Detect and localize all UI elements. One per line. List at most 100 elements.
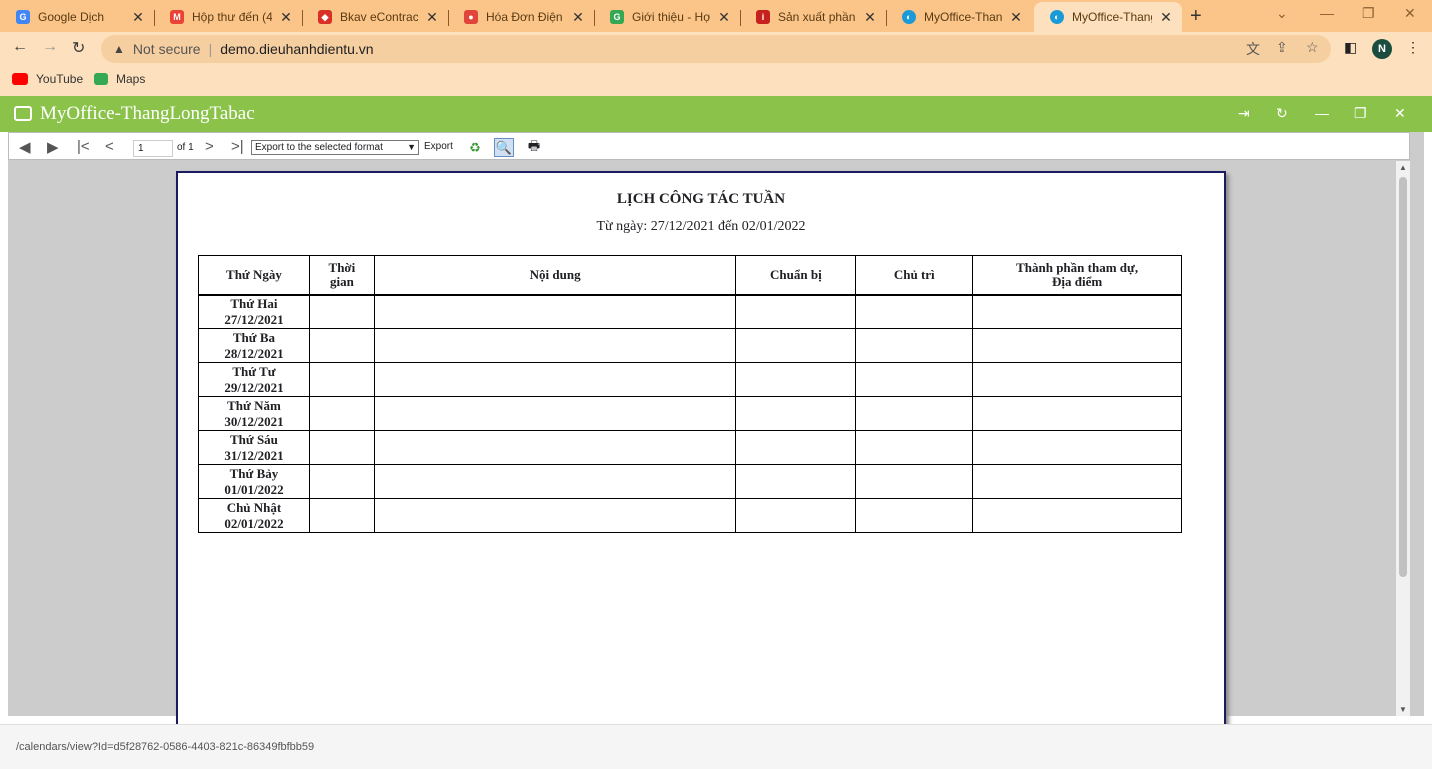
header-day: Thứ Ngày bbox=[198, 255, 310, 296]
table-row: Thứ Bảy 01/01/2022 bbox=[198, 464, 1182, 499]
window-close-icon[interactable]: ✕ bbox=[1404, 5, 1416, 22]
forward-arrow-icon[interactable]: → bbox=[42, 38, 58, 56]
translate-icon[interactable]: 文 bbox=[1246, 39, 1260, 59]
bookmarks-bar: YouTube Maps bbox=[0, 66, 1432, 96]
day-cell: Chủ Nhật 02/01/2022 bbox=[198, 498, 310, 533]
last-page-icon[interactable]: >| bbox=[231, 138, 244, 155]
restore-icon[interactable]: ❐ bbox=[1362, 5, 1375, 22]
export-format-value: Export to the selected format bbox=[255, 142, 383, 153]
day-cell: Thứ Sáu 31/12/2021 bbox=[198, 430, 310, 465]
invoice-icon: ● bbox=[464, 10, 478, 24]
status-url: /calendars/view?Id=d5f28762-0586-4403-82… bbox=[16, 741, 315, 753]
chevron-down-icon: ▼ bbox=[407, 142, 416, 152]
tab-title: MyOffice-ThangL bbox=[924, 10, 1002, 24]
tab-myoffice-1[interactable]: ◐ MyOffice-ThangL ✕ bbox=[886, 2, 1032, 32]
scroll-down-icon[interactable]: ▼ bbox=[1399, 705, 1407, 714]
bookmark-label: YouTube bbox=[36, 72, 84, 86]
report-toolbar: ◀ ▶ |< < 1 of 1 > >| Export to the selec… bbox=[8, 132, 1410, 160]
minimize-icon[interactable]: — bbox=[1320, 5, 1334, 21]
table-header-row: Thứ Ngày Thời gian Nội dung Chuẩn bị Chủ … bbox=[198, 255, 1182, 296]
address-bar[interactable]: ▲ Not secure | demo.dieuhanhdientu.vn bbox=[101, 35, 1331, 63]
scroll-thumb[interactable] bbox=[1399, 177, 1407, 577]
page-number-input[interactable]: 1 bbox=[133, 140, 173, 157]
close-icon[interactable]: ✕ bbox=[1008, 9, 1024, 26]
not-secure-label[interactable]: Not secure bbox=[133, 41, 201, 57]
close-icon[interactable]: ✕ bbox=[862, 9, 878, 26]
tab-title: Giới thiệu - Hợp bbox=[632, 10, 710, 24]
tab-hoa-don[interactable]: ● Hóa Đơn Điện Tử ✕ bbox=[448, 2, 595, 32]
day-cell: Thứ Năm 30/12/2021 bbox=[198, 396, 310, 431]
profile-avatar[interactable]: N bbox=[1372, 39, 1392, 59]
minimize-icon[interactable]: — bbox=[1315, 105, 1329, 121]
back-arrow-icon[interactable]: ← bbox=[12, 38, 28, 56]
day-cell: Thứ Ba 28/12/2021 bbox=[198, 328, 310, 363]
bookmark-label: Maps bbox=[116, 72, 146, 86]
shield-icon: ◆ bbox=[318, 10, 332, 24]
myoffice-icon: ◐ bbox=[1050, 10, 1064, 24]
close-icon[interactable]: ✕ bbox=[424, 9, 440, 26]
report-viewer: ◀ ▶ |< < 1 of 1 > >| Export to the selec… bbox=[8, 132, 1424, 731]
gmail-icon: M bbox=[170, 10, 184, 24]
browser-tab-strip: G Google Dịch ✕ M Hộp thư đến (49) ✕ ◆ B… bbox=[0, 0, 1432, 32]
tab-gioi-thieu[interactable]: G Giới thiệu - Hợp ✕ bbox=[594, 2, 741, 32]
report-title: LỊCH CÔNG TÁC TUẦN bbox=[616, 191, 786, 207]
star-icon[interactable]: ☆ bbox=[1306, 39, 1319, 56]
tab-gmail[interactable]: M Hộp thư đến (49) ✕ bbox=[154, 2, 303, 32]
tab-title: Hóa Đơn Điện Tử bbox=[486, 10, 564, 24]
header-prepare: Chuẩn bị bbox=[735, 255, 857, 296]
reload-icon[interactable]: ↻ bbox=[72, 38, 85, 58]
next-page-icon[interactable]: > bbox=[205, 138, 214, 155]
tab-google-translate[interactable]: G Google Dịch ✕ bbox=[0, 2, 155, 32]
export-format-select[interactable]: Export to the selected format ▼ bbox=[251, 140, 419, 155]
table-row: Thứ Tư 29/12/2021 bbox=[198, 362, 1182, 397]
report-date-range: Từ ngày: 27/12/2021 đến 02/01/2022 bbox=[596, 219, 806, 234]
bookmark-youtube[interactable]: YouTube bbox=[12, 72, 83, 86]
tab-search-icon[interactable]: ⌄ bbox=[1276, 5, 1288, 22]
day-cell: Thứ Hai 27/12/2021 bbox=[198, 294, 310, 329]
url-text[interactable]: demo.dieuhanhdientu.vn bbox=[220, 41, 373, 57]
app-header: MyOffice-ThangLongTabac ⇥ ↻ — ❐ ✕ bbox=[0, 96, 1432, 132]
tab-title: Sản xuất phần m bbox=[778, 10, 856, 24]
table-row: Chủ Nhật 02/01/2022 bbox=[198, 498, 1182, 533]
new-tab-button[interactable]: + bbox=[1190, 5, 1202, 28]
back-circle-icon[interactable]: ◀ bbox=[19, 138, 31, 156]
pin-icon[interactable]: ⇥ bbox=[1238, 105, 1250, 122]
first-page-icon[interactable]: |< bbox=[77, 138, 90, 155]
share-icon[interactable]: ⇪ bbox=[1276, 39, 1288, 56]
g-logo-icon: G bbox=[610, 10, 624, 24]
close-icon[interactable]: ✕ bbox=[1158, 9, 1174, 26]
previous-page-icon[interactable]: < bbox=[105, 138, 114, 155]
table-row: Thứ Sáu 31/12/2021 bbox=[198, 430, 1182, 465]
maximize-icon[interactable]: ❐ bbox=[1354, 105, 1367, 122]
tab-title: Bkav eContract - bbox=[340, 10, 418, 24]
side-panel-icon[interactable]: ◧ bbox=[1344, 39, 1357, 56]
print-icon[interactable]: 🖶 bbox=[524, 138, 544, 157]
info-icon: i bbox=[756, 10, 770, 24]
close-icon[interactable]: ✕ bbox=[130, 9, 146, 26]
close-icon[interactable]: ✕ bbox=[1394, 105, 1406, 122]
tab-bkav-econtract[interactable]: ◆ Bkav eContract - ✕ bbox=[302, 2, 449, 32]
forward-circle-icon[interactable]: ▶ bbox=[47, 138, 59, 156]
menu-kebab-icon[interactable]: ⋮ bbox=[1406, 39, 1420, 56]
header-content: Nội dung bbox=[373, 255, 737, 296]
day-cell: Thứ Tư 29/12/2021 bbox=[198, 362, 310, 397]
table-row: Thứ Hai 27/12/2021 bbox=[198, 294, 1182, 329]
tab-san-xuat[interactable]: i Sản xuất phần m ✕ bbox=[740, 2, 887, 32]
bookmark-maps[interactable]: Maps bbox=[94, 72, 145, 86]
close-icon[interactable]: ✕ bbox=[570, 9, 586, 26]
refresh-icon[interactable]: ↻ bbox=[1276, 105, 1288, 122]
header-time: Thời gian bbox=[308, 255, 375, 296]
warning-icon[interactable]: ▲ bbox=[113, 42, 125, 56]
vertical-scrollbar[interactable]: ▲ ▼ bbox=[1396, 161, 1410, 716]
export-link[interactable]: Export bbox=[424, 141, 453, 152]
search-document-icon[interactable]: 🔍 bbox=[494, 138, 514, 157]
day-cell: Thứ Bảy 01/01/2022 bbox=[198, 464, 310, 499]
myoffice-icon: ◐ bbox=[902, 10, 916, 24]
tab-title: MyOffice-ThangL bbox=[1072, 10, 1152, 24]
tab-myoffice-active[interactable]: ◐ MyOffice-ThangL ✕ bbox=[1034, 2, 1182, 32]
header-participants: Thành phần tham dự, Địa điểm bbox=[972, 255, 1182, 296]
scroll-up-icon[interactable]: ▲ bbox=[1399, 163, 1407, 172]
refresh-icon[interactable]: ♻ bbox=[465, 138, 485, 157]
close-icon[interactable]: ✕ bbox=[716, 9, 732, 26]
close-icon[interactable]: ✕ bbox=[278, 9, 294, 26]
